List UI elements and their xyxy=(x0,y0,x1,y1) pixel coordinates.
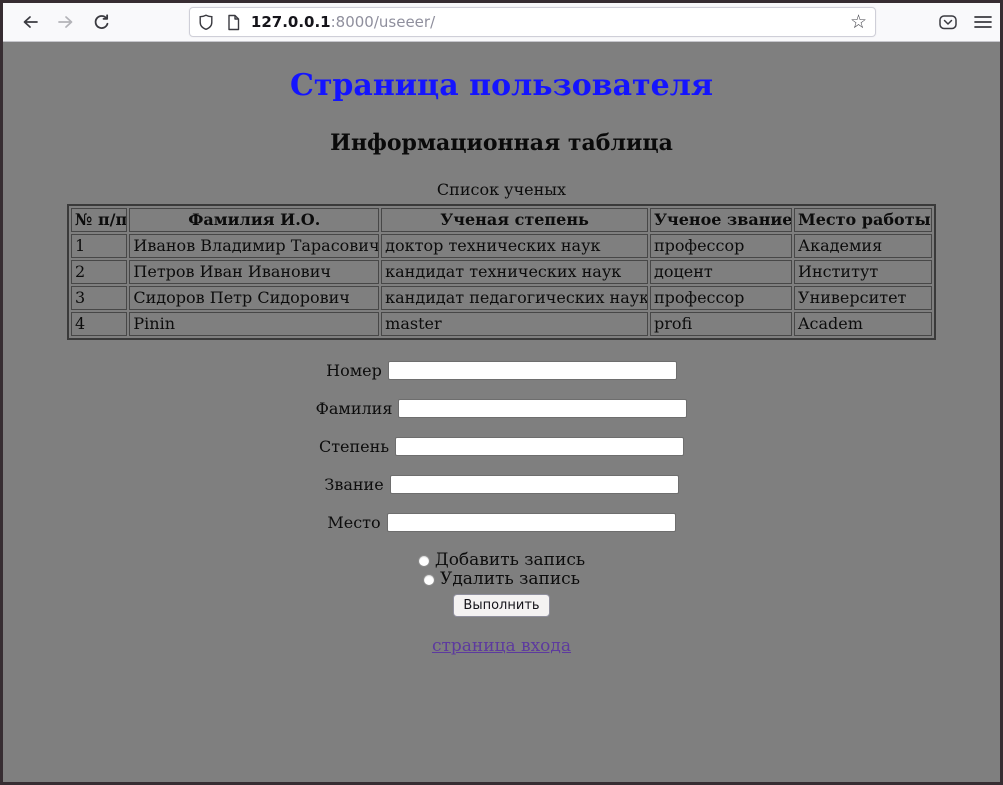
table-cell: доктор технических наук xyxy=(381,234,648,258)
radio-label-add: Добавить запись xyxy=(435,551,585,570)
table-cell: Pinin xyxy=(129,312,379,336)
surname-input[interactable] xyxy=(398,399,687,418)
table-header-cell: Ученое звание xyxy=(650,208,792,232)
url-path: :8000/useeer/ xyxy=(331,13,436,31)
page-content: Страница пользователя Информационная таб… xyxy=(3,42,1000,782)
address-bar[interactable]: 127.0.0.1:8000/useeer/ ☆ xyxy=(189,7,876,37)
table-cell: профессор xyxy=(650,234,792,258)
table-header-cell: Ученая степень xyxy=(381,208,648,232)
rank-label: Звание xyxy=(324,475,383,494)
page-document-icon xyxy=(226,14,241,31)
field-row-surname: Фамилия xyxy=(3,399,1000,418)
table-header-cell: Фамилия И.О. xyxy=(129,208,379,232)
radio-group: Добавить записьУдалить запись xyxy=(3,551,1000,589)
table-cell: кандидат педагогических наук xyxy=(381,286,648,310)
field-row-rank: Звание xyxy=(3,475,1000,494)
back-arrow-icon xyxy=(21,14,39,30)
bookmark-star-icon[interactable]: ☆ xyxy=(850,13,867,32)
table-header-cell: № п/п xyxy=(71,208,127,232)
page-subtitle: Информационная таблица xyxy=(3,130,1000,156)
table-caption: Список ученых xyxy=(3,180,1000,199)
rank-input[interactable] xyxy=(390,475,679,494)
degree-input[interactable] xyxy=(395,437,684,456)
table-cell: Academ xyxy=(794,312,932,336)
browser-toolbar: 127.0.0.1:8000/useeer/ ☆ xyxy=(3,3,1000,42)
page-title: Страница пользователя xyxy=(3,68,1000,103)
table-cell: 4 xyxy=(71,312,127,336)
table-header-row: № п/пФамилия И.О.Ученая степеньУченое зв… xyxy=(71,208,932,232)
reload-button[interactable] xyxy=(89,9,115,35)
table-cell: Иванов Владимир Тарасович xyxy=(129,234,379,258)
surname-label: Фамилия xyxy=(316,399,393,418)
table-cell: профессор xyxy=(650,286,792,310)
field-row-place: Место xyxy=(3,513,1000,532)
table-row: 1Иванов Владимир Тарасовичдоктор техниче… xyxy=(71,234,932,258)
table-cell: master xyxy=(381,312,648,336)
scientists-table-wrap: Список ученых № п/пФамилия И.О.Ученая ст… xyxy=(3,180,1000,340)
radio-row-delete: Удалить запись xyxy=(3,570,1000,589)
execute-button[interactable]: Выполнить xyxy=(453,594,549,617)
table-body: 1Иванов Владимир Тарасовичдоктор техниче… xyxy=(71,234,932,336)
table-cell: 2 xyxy=(71,260,127,284)
radio-add[interactable] xyxy=(418,555,430,567)
table-cell: Академия xyxy=(794,234,932,258)
table-cell: Университет xyxy=(794,286,932,310)
form-fields: Номер Фамилия Степень Звание Место xyxy=(3,361,1000,532)
reload-icon xyxy=(93,14,110,31)
number-label: Номер xyxy=(326,361,382,380)
back-button[interactable] xyxy=(17,9,43,35)
browser-window: 127.0.0.1:8000/useeer/ ☆ Страница пользо… xyxy=(3,3,1000,782)
table-cell: Сидоров Петр Сидорович xyxy=(129,286,379,310)
table-cell: 3 xyxy=(71,286,127,310)
radio-label-delete: Удалить запись xyxy=(440,570,580,589)
number-input[interactable] xyxy=(388,361,677,380)
login-page-link[interactable]: страница входа xyxy=(432,636,571,656)
table-row: 3Сидоров Петр Сидоровичкандидат педагоги… xyxy=(71,286,932,310)
table-cell: кандидат технических наук xyxy=(381,260,648,284)
degree-label: Степень xyxy=(319,437,389,456)
forward-arrow-icon xyxy=(57,14,75,30)
field-row-number: Номер xyxy=(3,361,1000,380)
shield-icon xyxy=(198,14,214,31)
table-cell: доцент xyxy=(650,260,792,284)
table-cell: Институт xyxy=(794,260,932,284)
pocket-icon[interactable] xyxy=(938,13,958,31)
place-label: Место xyxy=(327,513,380,532)
table-cell: Петров Иван Иванович xyxy=(129,260,379,284)
scientists-table: № п/пФамилия И.О.Ученая степеньУченое зв… xyxy=(67,204,936,340)
table-cell: 1 xyxy=(71,234,127,258)
table-header-cell: Место работы xyxy=(794,208,932,232)
table-cell: profi xyxy=(650,312,792,336)
table-row: 2Петров Иван Ивановичкандидат технически… xyxy=(71,260,932,284)
field-row-degree: Степень xyxy=(3,437,1000,456)
hamburger-menu-icon[interactable] xyxy=(974,15,992,29)
radio-row-add: Добавить запись xyxy=(3,551,1000,570)
record-form: Номер Фамилия Степень Звание Место Добавить … xyxy=(3,361,1000,617)
radio-delete[interactable] xyxy=(423,574,435,586)
place-input[interactable] xyxy=(387,513,676,532)
forward-button[interactable] xyxy=(53,9,79,35)
url-text: 127.0.0.1:8000/useeer/ xyxy=(251,13,435,31)
toolbar-right-icons xyxy=(938,13,992,31)
table-row: 4PininmasterprofiAcadem xyxy=(71,312,932,336)
url-host: 127.0.0.1 xyxy=(251,13,331,31)
